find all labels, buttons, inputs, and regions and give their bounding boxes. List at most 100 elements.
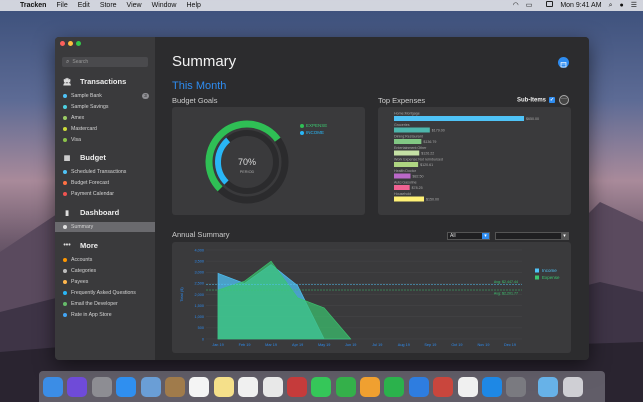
expense-bar[interactable]: [394, 173, 411, 179]
minimize-button[interactable]: [68, 41, 73, 46]
dock: [39, 371, 605, 402]
chevron-down-icon: ▾: [482, 233, 489, 239]
app-menu[interactable]: Tracken: [20, 0, 46, 11]
photobooth-icon[interactable]: [286, 376, 307, 397]
notification-center-icon[interactable]: ☰: [631, 0, 637, 11]
budget-gauge: 70% PERIOD: [205, 120, 289, 204]
payees-icon: [63, 280, 67, 284]
section-budget: ▦ Budget: [63, 153, 106, 162]
account-filter-select[interactable]: All ▾: [447, 232, 490, 240]
preview-icon[interactable]: [140, 376, 161, 397]
sidebar-item-payees[interactable]: Payees: [63, 277, 153, 287]
reminders-icon[interactable]: [238, 376, 259, 397]
secondary-filter-select[interactable]: ▾: [495, 232, 569, 240]
x-tick-label: Nov 19: [477, 343, 489, 347]
gauge-period: PERIOD: [240, 170, 255, 174]
sidebar: ⌕ Search 🏛 Transactions Sample Bank 3 Sa…: [55, 37, 155, 360]
numbers-icon[interactable]: [384, 376, 405, 397]
expense-bar[interactable]: [394, 116, 524, 121]
checkbox-checked-icon[interactable]: ✓: [549, 97, 556, 103]
safari-icon[interactable]: [116, 376, 137, 397]
calendar-icon: [560, 62, 567, 68]
keynote-icon[interactable]: [408, 376, 429, 397]
sidebar-item-mastercard[interactable]: Mastercard: [63, 124, 153, 134]
menu-edit[interactable]: Edit: [78, 0, 90, 11]
expense-bar[interactable]: [394, 127, 430, 133]
app-window: ⌕ Search 🏛 Transactions Sample Bank 3 Sa…: [55, 37, 589, 360]
music-icon[interactable]: [457, 376, 478, 397]
finder-icon[interactable]: [43, 376, 63, 397]
budget-legend: EXPENSE INCOME: [300, 123, 327, 137]
expense-bar[interactable]: [394, 150, 420, 156]
sidebar-item-categories[interactable]: Categories: [63, 266, 153, 276]
expense-value-label: $78.25: [412, 186, 423, 190]
x-tick-label: May 19: [318, 343, 330, 347]
more-options-button[interactable]: ···: [559, 95, 569, 105]
section-dashboard: ▮ Dashboard: [62, 208, 119, 217]
launchpad-icon[interactable]: [91, 376, 112, 397]
series-area-expense[interactable]: [217, 260, 352, 340]
notes-book-icon[interactable]: [164, 376, 185, 397]
battery-icon[interactable]: [539, 0, 554, 11]
sidebar-item-payment-calendar[interactable]: Payment Calendar: [63, 189, 153, 199]
photos-icon[interactable]: [262, 376, 283, 397]
menu-store[interactable]: Store: [100, 0, 117, 11]
sidebar-item-summary[interactable]: Summary: [55, 222, 155, 232]
zoom-button[interactable]: [76, 41, 81, 46]
siri-icon[interactable]: [67, 376, 88, 397]
expense-bar[interactable]: [394, 139, 422, 144]
sidebar-item-rate-app[interactable]: Rate in App Store: [63, 310, 153, 320]
notes-icon[interactable]: [213, 376, 234, 397]
close-button[interactable]: [60, 41, 65, 46]
app-store-icon[interactable]: [482, 376, 503, 397]
spotlight-icon[interactable]: ⌕: [609, 0, 613, 11]
trash-icon[interactable]: [562, 376, 583, 397]
annual-summary-label: Annual Summary: [172, 230, 230, 239]
payment-calendar-icon: [63, 192, 67, 196]
expense-value-label: $82.50: [413, 175, 424, 179]
downloads-folder-icon[interactable]: [538, 376, 559, 397]
sidebar-item-budget-forecast[interactable]: Budget Forecast: [63, 178, 153, 188]
x-tick-label: Feb 19: [239, 343, 251, 347]
airplay-icon[interactable]: ▭: [526, 0, 533, 11]
calendar-button[interactable]: [558, 57, 569, 68]
legend-income: INCOME: [300, 130, 327, 135]
expense-bar[interactable]: [394, 196, 424, 202]
facetime-icon[interactable]: [335, 376, 356, 397]
x-tick-label: Apr 19: [292, 343, 303, 347]
subitems-toggle[interactable]: Sub-Items ✓: [517, 97, 556, 104]
pages-icon[interactable]: [360, 376, 381, 397]
sidebar-item-visa[interactable]: Visa: [63, 135, 153, 145]
sidebar-item-sample-bank[interactable]: Sample Bank 3: [63, 91, 153, 101]
x-tick-label: Oct 19: [451, 343, 462, 347]
menu-file[interactable]: File: [56, 0, 67, 11]
account-dot-icon: [63, 116, 67, 120]
expense-bar[interactable]: [394, 162, 419, 167]
faq-icon: [63, 291, 67, 295]
system-preferences-icon[interactable]: [506, 376, 527, 397]
annual-summary-chart: Total ($) 0 500 1,000 1,500 2,000 2,500 3,000 3,…: [179, 248, 560, 347]
calendar-icon[interactable]: [189, 376, 210, 397]
user-icon[interactable]: ●: [619, 0, 623, 11]
sidebar-item-amex[interactable]: Amex: [63, 113, 153, 123]
search-placeholder: Search: [72, 59, 89, 65]
messages-icon[interactable]: [311, 376, 332, 397]
sidebar-item-scheduled-transactions[interactable]: Scheduled Transactions: [63, 167, 153, 177]
average-income-label: Avg: $2,447.44: [494, 280, 518, 284]
gauge-percent: 70%: [238, 157, 256, 167]
sidebar-item-faq[interactable]: Frequently Asked Questions: [63, 288, 153, 298]
expense-bar[interactable]: [394, 185, 410, 190]
tracken-icon[interactable]: [433, 376, 454, 397]
sidebar-item-accounts[interactable]: Accounts: [63, 255, 153, 265]
menu-view[interactable]: View: [127, 0, 142, 11]
wifi-icon[interactable]: ◠: [513, 0, 519, 11]
menu-help[interactable]: Help: [187, 0, 201, 11]
sidebar-item-email-developer[interactable]: Email the Developer: [63, 299, 153, 309]
sidebar-item-sample-savings[interactable]: Sample Savings: [63, 102, 153, 112]
summary-icon: [63, 225, 67, 229]
search-field[interactable]: ⌕ Search: [62, 57, 148, 67]
clock[interactable]: Mon 9:41 AM: [560, 0, 601, 11]
expense-category-label: Groceries: [394, 123, 410, 127]
menu-window[interactable]: Window: [152, 0, 177, 11]
average-expense-label: Avg: $2,201.77: [494, 292, 518, 296]
